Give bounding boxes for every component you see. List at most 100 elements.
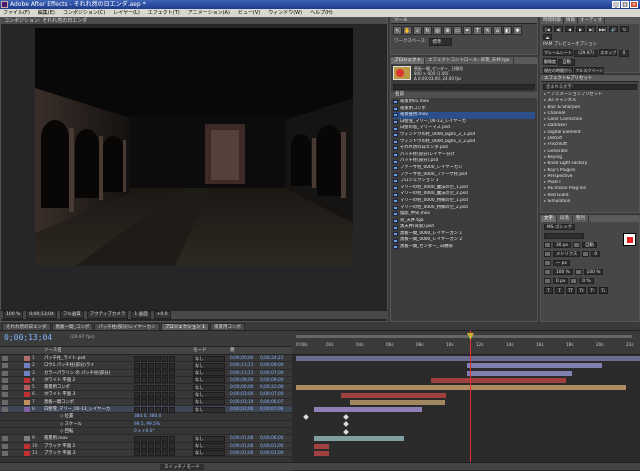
blend-mode-select[interactable]: なし xyxy=(193,384,225,391)
ram-preview-button[interactable]: ⏏ xyxy=(543,34,552,40)
project-item[interactable]: 黒天井(背景).psd xyxy=(393,224,535,231)
layer-in-point[interactable]: 0;00;11;11 xyxy=(230,370,253,377)
stamp-tool-icon[interactable]: ⌂ xyxy=(493,26,502,35)
stroke-width-field[interactable]: — px xyxy=(553,259,570,266)
layer-switch-toggle[interactable] xyxy=(134,384,140,391)
layer-in-point[interactable]: 0;00;00;00 xyxy=(230,355,253,362)
layer-duration-bar[interactable] xyxy=(296,385,626,391)
full-screen-checkbox[interactable]: フルスクリーン xyxy=(574,67,605,74)
project-item[interactable]: 白壁雪_マリー_00-13_レイヤーカ xyxy=(393,119,535,126)
maximize-button[interactable]: □ xyxy=(621,1,629,8)
visibility-eye-icon[interactable] xyxy=(2,399,8,405)
layer-switch-toggle[interactable] xyxy=(141,384,147,391)
font-style-select[interactable] xyxy=(544,232,584,239)
layer-switch-toggle[interactable] xyxy=(148,406,154,413)
layer-switch-toggle[interactable] xyxy=(169,355,175,362)
layer-switch-toggle[interactable] xyxy=(169,391,175,398)
property-value[interactable]: 99.5, 99.5% xyxy=(134,421,160,428)
puppet-tool-icon[interactable]: ✱ xyxy=(513,26,522,35)
blend-mode-select[interactable]: なし xyxy=(193,399,225,406)
menu-edit[interactable]: 編集(E) xyxy=(38,9,55,17)
layer-row[interactable]: 2 ロウ1 パッチ柱(部分)ライ なし 0;00;11;11 0;00;09;00 xyxy=(0,362,292,370)
visibility-eye-icon[interactable] xyxy=(2,443,8,449)
project-item[interactable]: パッチ柱(部分)レイヤー分け xyxy=(393,152,535,159)
layer-duration[interactable]: 0;00;06;07 xyxy=(260,399,283,406)
keyframe-icon[interactable] xyxy=(302,414,309,420)
close-button[interactable]: × xyxy=(630,1,638,8)
tab-composition[interactable]: 夜景用コンポ xyxy=(209,323,245,330)
visibility-eye-icon[interactable] xyxy=(2,436,8,442)
layer-property-row[interactable]: ◇ スケール 99.5, 99.5% xyxy=(0,420,292,428)
project-item[interactable]: ファーサ柱_0000_ファーサ柱.psd xyxy=(393,172,535,179)
layer-switch-toggle[interactable] xyxy=(134,370,140,377)
layer-row[interactable]: 10 ブラック 平面 2 なし 0;00;01;06 0;00;01;00 xyxy=(0,442,292,450)
layer-switch-toggle[interactable] xyxy=(169,443,175,450)
layer-switch-toggle[interactable] xyxy=(155,399,161,406)
layer-label-color[interactable] xyxy=(24,370,30,376)
selection-tool-icon[interactable]: ↖ xyxy=(393,26,402,35)
project-item[interactable]: ウィンドウの柱_0000_bg01_2_1.psd xyxy=(393,132,535,139)
visibility-eye-icon[interactable] xyxy=(2,370,8,376)
project-search-input[interactable] xyxy=(393,84,535,90)
layer-switch-toggle[interactable] xyxy=(169,450,175,457)
menu-help[interactable]: ヘルプ(H) xyxy=(310,9,333,17)
ram-preview-options[interactable]: RAM プレビューオプション xyxy=(543,42,637,48)
small-caps-button[interactable]: Tt xyxy=(577,287,586,294)
effects-search-input[interactable]: 含まれる文字: xyxy=(543,84,637,90)
layer-switch-toggle[interactable] xyxy=(155,391,161,398)
layer-duration-bar[interactable] xyxy=(467,363,602,369)
mask-tool-icon[interactable]: ▭ xyxy=(453,26,462,35)
layer-switch-toggle[interactable] xyxy=(155,406,161,413)
visibility-eye-icon[interactable] xyxy=(2,356,8,361)
layer-label-color[interactable] xyxy=(24,399,30,405)
zoom-tool-icon[interactable]: ⌕ xyxy=(413,26,422,35)
layer-switch-toggle[interactable] xyxy=(162,370,168,377)
play-reverse-button[interactable]: ◀ xyxy=(565,26,574,32)
tab-composition[interactable]: プロジェクション 1 xyxy=(160,323,209,330)
layer-label-color[interactable] xyxy=(24,436,30,442)
layer-label-color[interactable] xyxy=(24,443,30,449)
project-item[interactable]: 夜景用01.mov xyxy=(393,99,535,106)
layer-switch-toggle[interactable] xyxy=(141,377,147,384)
skip-field[interactable]: 0 xyxy=(618,50,630,57)
property-value[interactable]: 384.0, 380.0 xyxy=(134,413,161,420)
pen-tool-icon[interactable]: ✒ xyxy=(463,26,472,35)
project-item[interactable]: マリーの柱_0000_魔法の空_1.psd xyxy=(393,185,535,192)
visibility-eye-icon[interactable] xyxy=(2,450,8,456)
layer-switch-toggle[interactable] xyxy=(162,384,168,391)
faux-bold-button[interactable]: T xyxy=(544,287,553,294)
blend-mode-select[interactable]: なし xyxy=(193,443,225,450)
layer-switch-toggle[interactable] xyxy=(169,435,175,442)
parent-header[interactable]: 親 xyxy=(230,347,235,355)
layer-label-color[interactable] xyxy=(24,407,30,413)
audio-toggle-icon[interactable]: 🔊 xyxy=(609,26,618,32)
tab-composition[interactable]: 黒板一間_コンポ xyxy=(51,323,94,330)
stroke-color-swatch[interactable] xyxy=(627,237,633,243)
layer-label-color[interactable] xyxy=(24,450,30,456)
project-item[interactable]: 背_天井.tga xyxy=(393,218,535,225)
play-button[interactable]: ▶ xyxy=(576,26,585,32)
layer-row[interactable]: 6 ホワイト 平面 3 なし 0;00;03;00 0;00;07;00 xyxy=(0,391,292,399)
mode-header[interactable]: モード xyxy=(193,347,207,355)
layer-duration-bar[interactable] xyxy=(314,407,422,413)
layer-switch-toggle[interactable] xyxy=(141,443,147,450)
layer-duration-bar[interactable] xyxy=(296,356,640,361)
layer-switch-toggle[interactable] xyxy=(134,443,140,450)
tab-info[interactable]: 情報 xyxy=(564,18,578,24)
layer-duration-bar[interactable] xyxy=(341,392,446,398)
frame-rate-select[interactable]: (29.97) xyxy=(574,50,598,57)
layer-switch-toggle[interactable] xyxy=(141,355,147,362)
layer-duration[interactable]: 0;00;01;00 xyxy=(260,443,283,450)
layer-switch-toggle[interactable] xyxy=(148,391,154,398)
layer-switch-toggle[interactable] xyxy=(169,377,175,384)
layer-switch-toggle[interactable] xyxy=(169,399,175,406)
menu-layer[interactable]: レイヤー(L) xyxy=(113,9,140,17)
tab-project[interactable]: プロジェクト xyxy=(391,58,425,64)
layer-switch-toggle[interactable] xyxy=(148,450,154,457)
project-item[interactable]: 黒板一間_ゼンダー_ 日勝形 xyxy=(393,244,535,251)
layer-label-color[interactable] xyxy=(24,377,30,383)
layer-in-point[interactable]: 0;00;09;00 xyxy=(230,377,253,384)
project-item[interactable]: 黒板一間_0000_レイヤーカン 2 xyxy=(393,237,535,244)
layer-switch-toggle[interactable] xyxy=(141,391,147,398)
layer-switch-toggle[interactable] xyxy=(155,377,161,384)
